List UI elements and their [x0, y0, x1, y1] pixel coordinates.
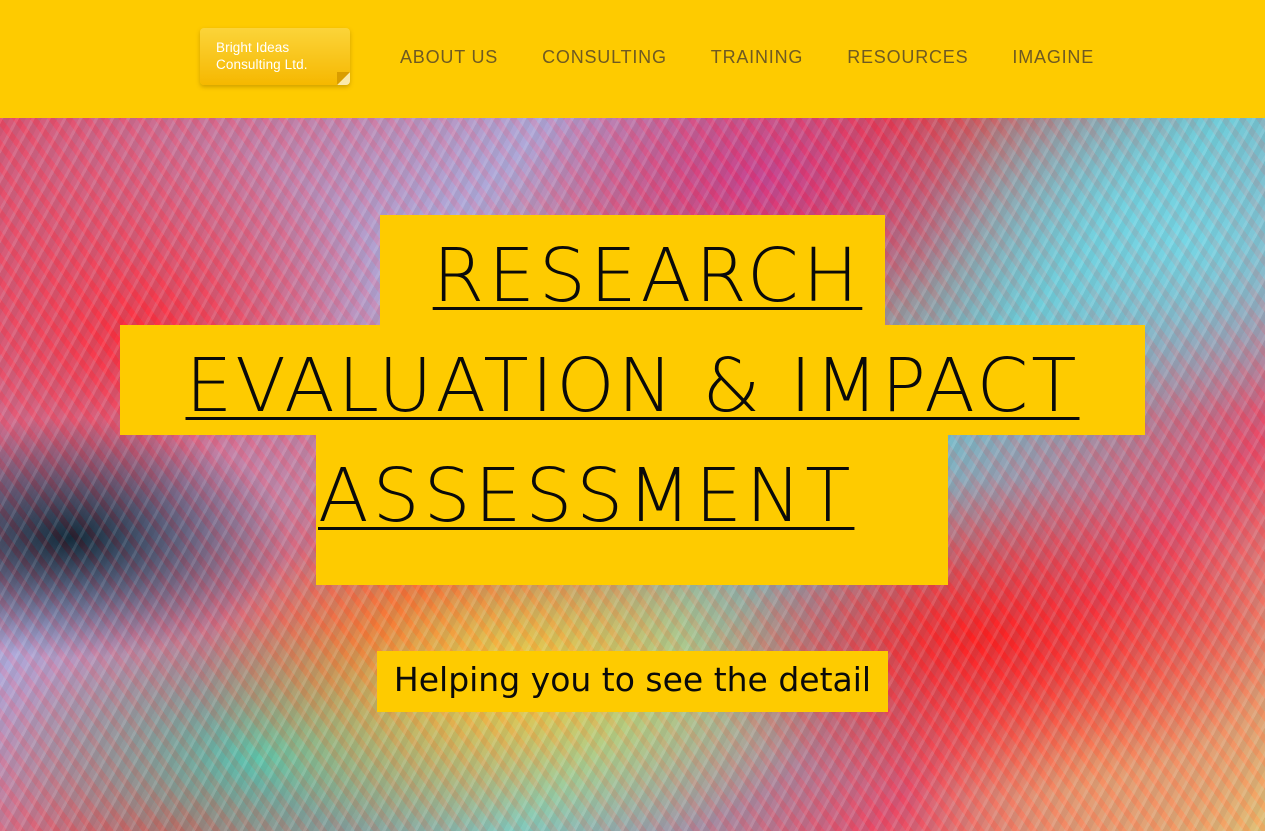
headline-line-research-text: RESEARCH: [432, 233, 863, 319]
logo-page-curl-icon: [337, 72, 350, 85]
nav-item-consulting[interactable]: CONSULTING: [542, 45, 667, 69]
hero-banner: RESEARCH EVALUATION & IMPACT ASSESSMENT …: [0, 118, 1265, 831]
headline-line-research[interactable]: RESEARCH: [380, 215, 885, 325]
nav-item-imagine[interactable]: IMAGINE: [1012, 45, 1094, 69]
nav-item-training[interactable]: TRAINING: [711, 45, 803, 69]
headline-line-assessment[interactable]: ASSESSMENT: [316, 435, 948, 585]
headline-line-assessment-text: ASSESSMENT: [318, 453, 855, 539]
headline-line-evaluation-impact-text: EVALUATION & IMPACT: [185, 343, 1080, 429]
logo-text: Bright Ideas Consulting Ltd.: [216, 40, 308, 72]
nav-item-about-us[interactable]: ABOUT US: [400, 45, 498, 69]
headline-line-evaluation-impact[interactable]: EVALUATION & IMPACT: [120, 325, 1145, 435]
nav-item-resources[interactable]: RESOURCES: [847, 45, 968, 69]
site-header: Bright Ideas Consulting Ltd. ABOUT US CO…: [0, 0, 1265, 118]
main-nav-list: ABOUT US CONSULTING TRAINING RESOURCES I…: [400, 45, 1094, 69]
hero-tagline: Helping you to see the detail: [377, 651, 888, 712]
company-logo[interactable]: Bright Ideas Consulting Ltd.: [200, 28, 350, 85]
